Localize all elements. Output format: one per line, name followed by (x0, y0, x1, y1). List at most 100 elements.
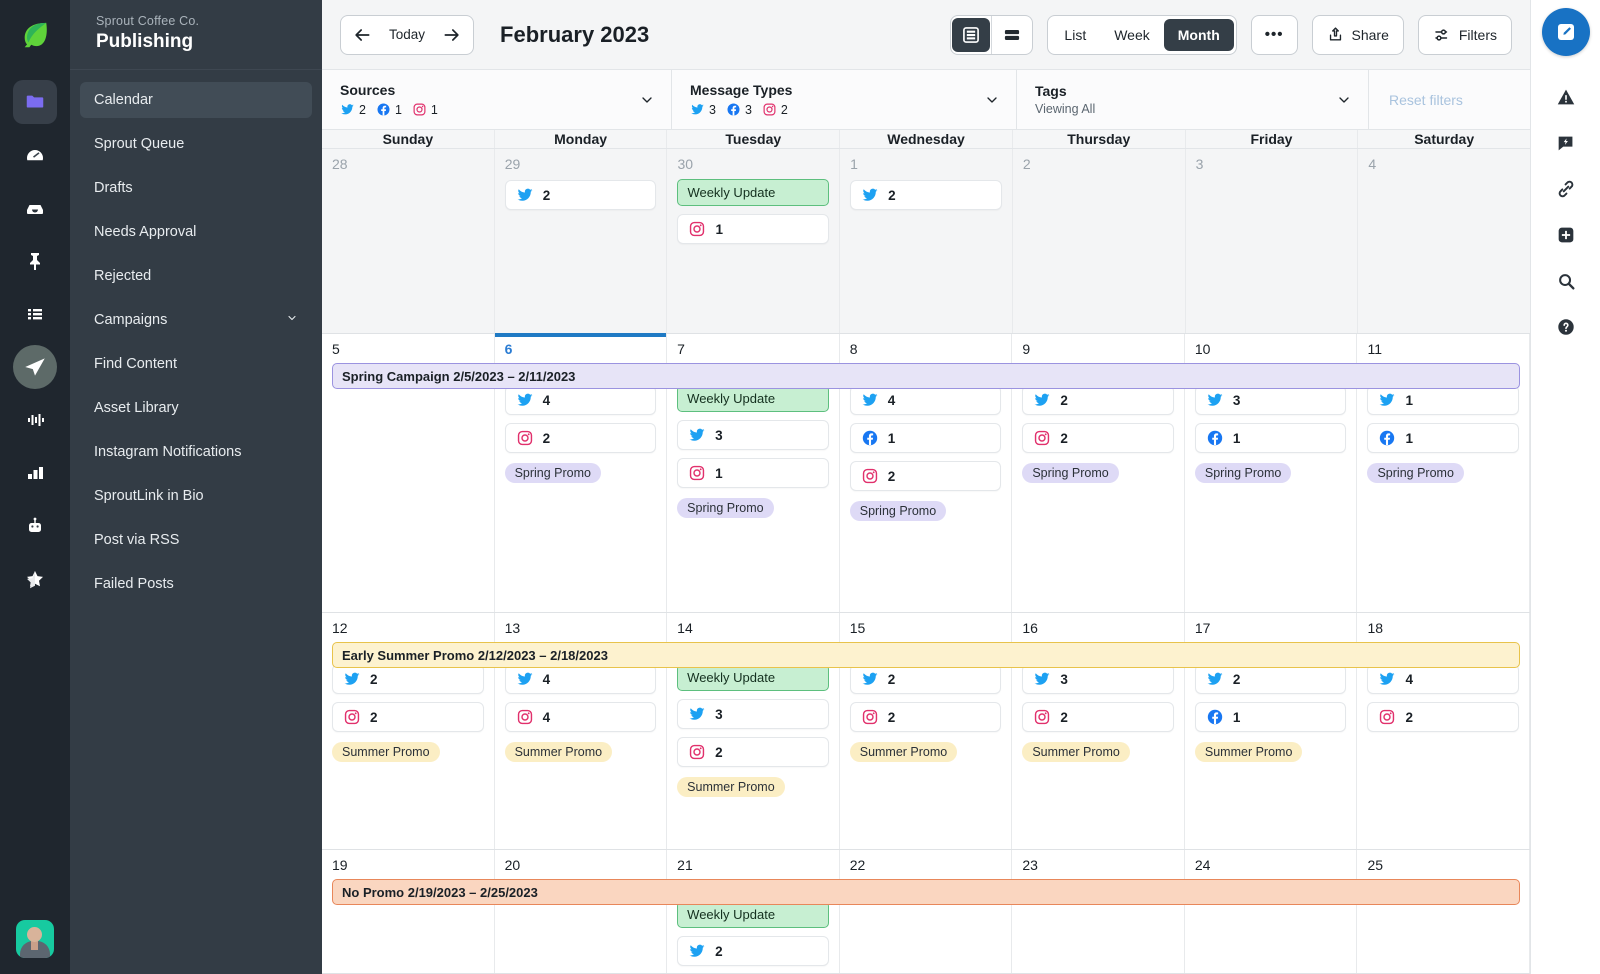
rail-item-pinned[interactable] (13, 239, 57, 283)
quick-message-button[interactable] (1543, 120, 1589, 166)
rail-item-starred[interactable] (13, 557, 57, 601)
sources-filter[interactable]: Sources 2 1 1 (322, 70, 672, 129)
calendar-day-cell[interactable]: 22 (840, 850, 1013, 973)
post-count-pill-instagram[interactable]: 2 (849, 461, 1002, 491)
post-count-pill-twitter[interactable]: 2 (332, 664, 484, 694)
compose-button[interactable] (1541, 8, 1590, 56)
post-count-pill-twitter[interactable]: 2 (1194, 664, 1347, 694)
post-count-pill-instagram[interactable]: 2 (332, 702, 484, 732)
post-count-pill-instagram[interactable]: 2 (504, 423, 657, 453)
calendar-day-cell[interactable]: 12 (840, 149, 1013, 333)
link-button[interactable] (1543, 166, 1589, 212)
add-button[interactable] (1543, 212, 1589, 258)
help-button[interactable] (1543, 304, 1589, 350)
filters-button[interactable]: Filters (1417, 14, 1512, 55)
weekly-update-chip[interactable]: Weekly Update (677, 385, 829, 412)
rail-item-listening[interactable] (13, 398, 57, 442)
post-count-pill-twitter[interactable]: 1 (1367, 385, 1520, 415)
post-count-pill-instagram[interactable]: 2 (1022, 423, 1174, 453)
post-count-pill-facebook[interactable]: 1 (1367, 423, 1520, 453)
density-compact-button[interactable] (992, 16, 1032, 54)
sprout-logo[interactable] (0, 0, 70, 70)
calendar-day-cell[interactable]: 20 (495, 850, 668, 973)
campaign-tag-pill[interactable]: Spring Promo (677, 498, 774, 518)
calendar-day-cell[interactable]: 25 (1357, 850, 1531, 973)
weekly-update-chip[interactable]: Weekly Update (677, 179, 830, 206)
post-count-pill-facebook[interactable]: 1 (1194, 423, 1347, 453)
post-count-pill-twitter[interactable]: 2 (677, 936, 829, 966)
sidebar-item-sprout-queue[interactable]: Sprout Queue (80, 126, 312, 162)
post-count-pill-twitter[interactable]: 4 (504, 385, 657, 415)
sidebar-item-failed-posts[interactable]: Failed Posts (80, 566, 312, 602)
post-count-pill-instagram[interactable]: 1 (677, 458, 829, 488)
sidebar-item-sproutlink-in-bio[interactable]: SproutLink in Bio (80, 478, 312, 514)
campaign-span-bar[interactable]: No Promo 2/19/2023 – 2/25/2023 (332, 879, 1520, 905)
post-count-pill-twitter[interactable]: 2 (1022, 385, 1174, 415)
post-count-pill-twitter[interactable]: 4 (849, 385, 1002, 415)
campaign-tag-pill[interactable]: Summer Promo (849, 742, 958, 762)
calendar-day-cell[interactable]: 2 (1012, 149, 1186, 333)
post-count-pill-twitter[interactable]: 4 (504, 664, 657, 694)
post-count-pill-facebook[interactable]: 1 (849, 423, 1002, 453)
calendar-day-cell[interactable]: 3 (1185, 149, 1359, 333)
calendar-day-cell[interactable]: 28 (322, 149, 495, 333)
prev-period-button[interactable] (341, 16, 383, 54)
today-button[interactable]: Today (383, 27, 431, 42)
campaign-tag-pill[interactable]: Summer Promo (1194, 742, 1303, 762)
post-count-pill-facebook[interactable]: 1 (1194, 702, 1347, 732)
campaign-tag-pill[interactable]: Summer Promo (332, 742, 440, 762)
calendar-day-cell[interactable]: 30 Weekly Update 1 (667, 149, 841, 333)
sidebar-item-campaigns[interactable]: Campaigns (80, 302, 312, 338)
campaign-tag-pill[interactable]: Summer Promo (1022, 742, 1130, 762)
campaign-tag-pill[interactable]: Spring Promo (1367, 463, 1464, 483)
sidebar-item-asset-library[interactable]: Asset Library (80, 390, 312, 426)
weekly-update-chip[interactable]: Weekly Update (677, 664, 829, 691)
campaign-span-bar[interactable]: Early Summer Promo 2/12/2023 – 2/18/2023 (332, 642, 1520, 668)
post-count-pill-instagram[interactable]: 2 (849, 702, 1002, 732)
calendar-day-cell[interactable]: 24 (1185, 850, 1358, 973)
sidebar-item-instagram-notifications[interactable]: Instagram Notifications (80, 434, 312, 470)
rail-item-dashboard[interactable] (13, 133, 57, 177)
more-options-button[interactable]: ••• (1250, 14, 1298, 55)
view-tab-week[interactable]: Week (1100, 19, 1164, 51)
post-count-pill-instagram[interactable]: 1 (677, 214, 830, 244)
sidebar-item-drafts[interactable]: Drafts (80, 170, 312, 206)
sidebar-item-find-content[interactable]: Find Content (80, 346, 312, 382)
post-count-pill-twitter[interactable]: 2 (504, 180, 657, 210)
message-types-filter[interactable]: Message Types 3 3 2 (672, 70, 1017, 129)
sidebar-item-post-via-rss[interactable]: Post via RSS (80, 522, 312, 558)
campaign-tag-pill[interactable]: Summer Promo (677, 777, 785, 797)
post-count-pill-twitter[interactable]: 3 (1194, 385, 1347, 415)
campaign-span-bar[interactable]: Spring Campaign 2/5/2023 – 2/11/2023 (332, 363, 1520, 389)
post-count-pill-twitter[interactable]: 3 (1022, 664, 1174, 694)
post-count-pill-twitter[interactable]: 2 (849, 664, 1002, 694)
campaign-tag-pill[interactable]: Summer Promo (504, 742, 613, 762)
calendar-day-cell[interactable]: 4 (1358, 149, 1531, 333)
campaign-tag-pill[interactable]: Spring Promo (1022, 463, 1119, 483)
sidebar-item-rejected[interactable]: Rejected (80, 258, 312, 294)
post-count-pill-twitter[interactable]: 2 (850, 180, 1002, 210)
rail-item-reports[interactable] (13, 451, 57, 495)
sidebar-item-needs-approval[interactable]: Needs Approval (80, 214, 312, 250)
campaign-tag-pill[interactable]: Spring Promo (504, 463, 602, 483)
rail-item-bot[interactable] (13, 504, 57, 548)
post-count-pill-twitter[interactable]: 3 (677, 699, 829, 729)
campaign-tag-pill[interactable]: Spring Promo (1194, 463, 1292, 483)
share-button[interactable]: Share (1311, 14, 1404, 55)
post-count-pill-instagram[interactable]: 4 (504, 702, 657, 732)
sidebar-item-calendar[interactable]: Calendar (80, 82, 312, 118)
post-count-pill-instagram[interactable]: 2 (1367, 702, 1520, 732)
avatar[interactable] (16, 920, 54, 958)
post-count-pill-twitter[interactable]: 3 (677, 420, 829, 450)
rail-item-lists[interactable] (13, 292, 57, 336)
search-button[interactable] (1543, 258, 1589, 304)
next-period-button[interactable] (431, 16, 473, 54)
campaign-tag-pill[interactable]: Spring Promo (849, 501, 947, 521)
view-tab-month[interactable]: Month (1163, 18, 1234, 51)
reset-filters-button[interactable]: Reset filters (1369, 70, 1483, 129)
density-comfortable-button[interactable] (952, 17, 991, 52)
rail-item-folder[interactable] (13, 80, 57, 124)
calendar-day-cell[interactable]: 19 (322, 850, 495, 973)
calendar-day-cell[interactable]: 29 2 (494, 149, 668, 333)
calendar-day-cell[interactable]: 21 Weekly Update 2 (667, 850, 840, 973)
